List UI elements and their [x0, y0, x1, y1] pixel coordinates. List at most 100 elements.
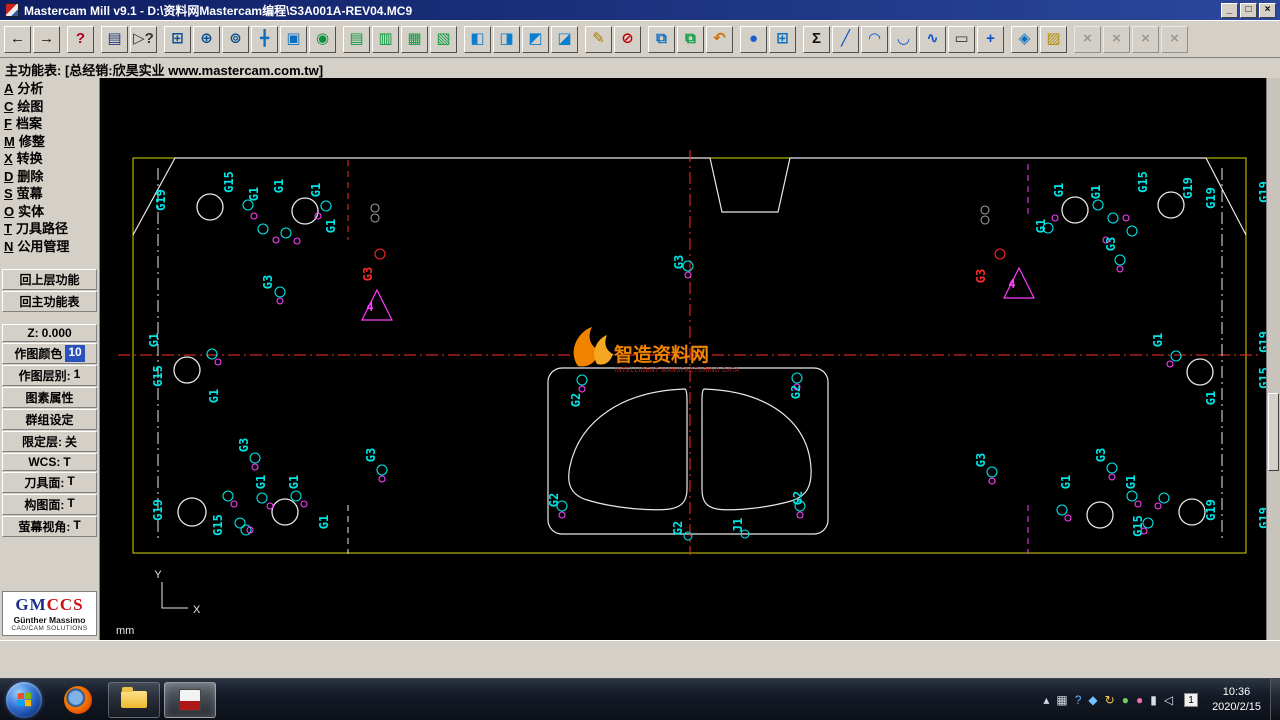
status-row-0[interactable]: Z: 0.000: [2, 324, 97, 342]
cad-label: G1: [247, 187, 261, 201]
show-desktop-button[interactable]: [1270, 679, 1280, 720]
language-badge[interactable]: 1: [1184, 692, 1199, 707]
app-pink-icon[interactable]: ●: [1136, 694, 1143, 706]
drill-hole: [684, 271, 692, 279]
cad-label: G19: [1257, 331, 1266, 353]
taskbar-firefox-button[interactable]: [52, 682, 104, 718]
drawing-canvas[interactable]: G19 G15 G1 G1 G1 G1 G3 G3 G3 G3 G1 G1 G1 G15 G19 G3 G19 G…: [100, 78, 1266, 640]
status-row-9[interactable]: 萤幕视角: T: [2, 516, 97, 537]
network-computers-icon[interactable]: ▦: [1056, 694, 1067, 706]
menu-item-D[interactable]: D 删除: [0, 168, 99, 186]
menu-item-X[interactable]: X 转换: [0, 150, 99, 168]
taskbar-clock[interactable]: 10:36 2020/2/15: [1203, 685, 1270, 715]
security-shield-icon[interactable]: ◆: [1088, 694, 1097, 706]
rectangle-tool-icon[interactable]: ▭: [948, 25, 975, 53]
menu-item-O[interactable]: O 实体: [0, 203, 99, 221]
spline-tool-icon[interactable]: ∿: [919, 25, 946, 53]
volume-icon[interactable]: ◁: [1164, 694, 1173, 706]
cplane-side-icon[interactable]: ◩: [522, 25, 549, 53]
scrollbar-thumb[interactable]: [1268, 392, 1279, 472]
sketch-icon[interactable]: ✎: [585, 25, 612, 53]
drill-hole: [280, 227, 292, 239]
system-tray: ▴ ▦? ◆ ↻ ● ● ▮ ◁ 1 10:36 2020/2/15: [1037, 679, 1280, 720]
show-hidden-icons-icon[interactable]: ▴: [1043, 694, 1049, 706]
taskbar-explorer-button[interactable]: [108, 681, 160, 718]
fit-screen-icon[interactable]: ▣: [280, 25, 307, 53]
zoom-in-out-icon[interactable]: ⊚: [222, 25, 249, 53]
menu-item-T[interactable]: T 刀具路径: [0, 220, 99, 238]
screen-grid-icon[interactable]: ⊞: [769, 25, 796, 53]
cplane-top-icon[interactable]: ◧: [464, 25, 491, 53]
status-row-6[interactable]: WCS: T: [2, 453, 97, 471]
forward-arrow-icon[interactable]: →: [33, 25, 60, 53]
cplane-front-icon[interactable]: ◨: [493, 25, 520, 53]
surface-tool-icon[interactable]: ◈: [1011, 25, 1038, 53]
sidebar: A 分析 C 绘图 F 档案 M 修整 X 转换 D 删除 S 萤幕 O 实体 T 刀具路径 N 公用管理 回上层功能…: [0, 78, 100, 640]
delete-icon[interactable]: ⊘: [614, 25, 641, 53]
minimize-button[interactable]: _: [1221, 2, 1238, 18]
disabled-tool-4-icon[interactable]: ×: [1161, 25, 1188, 53]
zoom-window-icon[interactable]: ⊞: [164, 25, 191, 53]
arc-tool-icon[interactable]: ◠: [861, 25, 888, 53]
disabled-tool-2-icon[interactable]: ×: [1103, 25, 1130, 53]
start-button[interactable]: [6, 681, 42, 718]
line-tool-icon[interactable]: ╱: [832, 25, 859, 53]
drill-hole: [1092, 199, 1104, 211]
gview-side-icon[interactable]: ▦: [401, 25, 428, 53]
cad-label: G3: [237, 438, 251, 452]
maximize-button[interactable]: □: [1240, 2, 1257, 18]
menu-item-F[interactable]: F 档案: [0, 115, 99, 133]
back-up-menu-button[interactable]: 回上层功能: [2, 269, 97, 290]
file-icon[interactable]: ▤: [101, 25, 128, 53]
shade-sphere-icon[interactable]: ●: [740, 25, 767, 53]
status-row-4[interactable]: 群组设定: [2, 409, 97, 430]
drill-hole: [266, 502, 274, 510]
main-menu-button[interactable]: 回主功能表: [2, 291, 97, 312]
sync-icon[interactable]: ↻: [1105, 694, 1115, 706]
status-row-8[interactable]: 构图面: T: [2, 494, 97, 515]
battery-icon[interactable]: ▮: [1150, 694, 1157, 706]
cplane-3d-icon[interactable]: ◪: [551, 25, 578, 53]
app-green-icon[interactable]: ●: [1122, 694, 1129, 706]
menu-item-C[interactable]: C 绘图: [0, 98, 99, 116]
axis-x-label: X: [193, 604, 201, 616]
close-button[interactable]: ×: [1259, 2, 1276, 18]
zoom-target-icon[interactable]: ⊕: [193, 25, 220, 53]
status-row-7[interactable]: 刀具面: T: [2, 472, 97, 493]
sidebar-status: Z: 0.000 作图颜色 10 作图层别: 1 图素属性 群组设定 限定层: 关 WCS: T 刀具面…: [0, 323, 99, 538]
sigma-icon[interactable]: Σ: [803, 25, 830, 53]
taskbar-mastercam-button[interactable]: [164, 681, 216, 718]
messenger-icon[interactable]: ?: [1075, 694, 1082, 706]
disabled-tool-1-icon[interactable]: ×: [1074, 25, 1101, 53]
layers-folder-icon[interactable]: ▨: [1040, 25, 1067, 53]
pan-icon[interactable]: ╋: [251, 25, 278, 53]
status-row-2[interactable]: 作图层别: 1: [2, 365, 97, 386]
status-row-5[interactable]: 限定层: 关: [2, 431, 97, 452]
menu-item-S[interactable]: S 萤幕: [0, 185, 99, 203]
fillet-tool-icon[interactable]: ◡: [890, 25, 917, 53]
analyze-icon[interactable]: ▷?: [130, 25, 157, 53]
drill-hole: [1051, 214, 1059, 222]
back-arrow-icon[interactable]: ←: [4, 25, 31, 53]
cad-label: G3: [361, 267, 375, 281]
status-row-3[interactable]: 图素属性: [2, 387, 97, 408]
copy-screen-icon[interactable]: ⧉: [648, 25, 675, 53]
drill-hole: [177, 497, 207, 527]
menu-item-N[interactable]: N 公用管理: [0, 238, 99, 256]
gmccs-logo: GMCCS Günther Massimo CAD/CAM SOLUTIONS: [2, 591, 97, 636]
help-icon[interactable]: ?: [67, 25, 94, 53]
point-tool-icon[interactable]: +: [977, 25, 1004, 53]
disabled-tool-3-icon[interactable]: ×: [1132, 25, 1159, 53]
undo-icon[interactable]: ↶: [706, 25, 733, 53]
menu-item-M[interactable]: M 修整: [0, 133, 99, 151]
gview-front-icon[interactable]: ▥: [372, 25, 399, 53]
gview-top-icon[interactable]: ▤: [343, 25, 370, 53]
gview-iso-icon[interactable]: ▧: [430, 25, 457, 53]
unzoom-icon[interactable]: ◉: [309, 25, 336, 53]
drill-hole: [1126, 490, 1138, 502]
vertical-scrollbar[interactable]: [1266, 78, 1280, 640]
prompt-area: [0, 640, 1280, 678]
paste-screen-icon[interactable]: ⧉: [677, 25, 704, 53]
menu-item-A[interactable]: A 分析: [0, 80, 99, 98]
status-row-1[interactable]: 作图颜色 10: [2, 343, 97, 364]
